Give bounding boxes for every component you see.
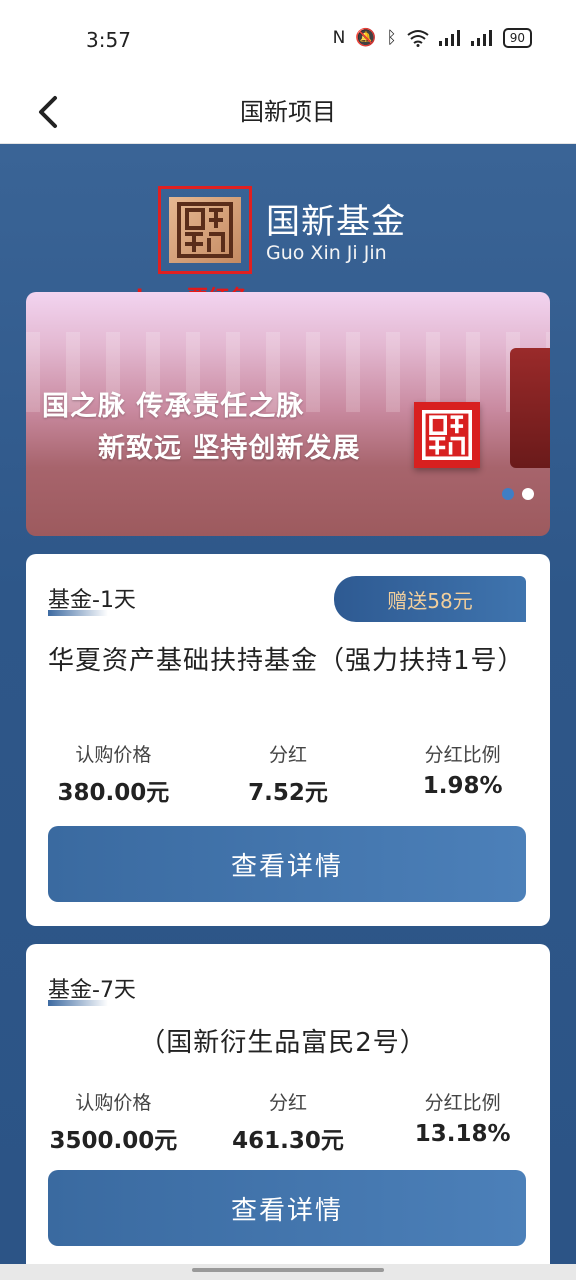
carousel-dot[interactable]: [522, 488, 534, 500]
page-title: 国新项目: [240, 98, 336, 126]
brand-logo: [169, 197, 241, 263]
bottom-gesture-bar: [0, 1264, 576, 1280]
stat-label: 认购价格: [75, 1092, 152, 1114]
guoxin-logo-icon: [422, 410, 472, 460]
stat-dividend-ratio: 分红比例 13.18%: [375, 1088, 550, 1155]
nav-bar: 国新项目: [0, 80, 576, 144]
fund-title: 华夏资产基础扶持基金（强力扶持1号）: [48, 646, 525, 676]
banner-seal-image: [510, 348, 550, 468]
banner-slogan-line1: 国之脉 传承责任之脉: [42, 391, 305, 422]
stat-dividend: 分红 7.52元: [201, 740, 376, 807]
stat-label: 分红: [269, 1092, 308, 1114]
stat-dividend-ratio: 分红比例 1.98%: [375, 740, 550, 807]
brand-name: 国新基金: [266, 202, 406, 242]
banner-slogan-line2: 新致远 坚持创新发展: [98, 433, 361, 464]
fund-stats: 认购价格 3500.00元 分红 461.30元 分红比例 13.18%: [26, 1088, 550, 1155]
mute-icon: 🔕: [355, 28, 377, 48]
fund-tag-underline: [48, 1000, 108, 1006]
stat-value: 13.18%: [414, 1121, 511, 1147]
stat-value: 3500.00元: [49, 1128, 178, 1154]
view-details-button[interactable]: 查看详情: [48, 1170, 526, 1246]
fund-card: 基金-7天 （国新衍生品富民2号） 认购价格 3500.00元 分红 461.3…: [26, 944, 550, 1264]
fund-tag-underline: [48, 610, 108, 616]
banner-logo: [414, 402, 480, 468]
stat-value: 1.98%: [422, 773, 503, 799]
fund-title: （国新衍生品富民2号）: [139, 1028, 427, 1058]
stat-label: 认购价格: [75, 744, 152, 766]
fund-stats: 认购价格 380.00元 分红 7.52元 分红比例 1.98%: [26, 740, 550, 807]
carousel-dot-active[interactable]: [502, 488, 514, 500]
signal-icon: [438, 30, 460, 46]
status-icons: N 🔕 ᛒ 90: [333, 28, 532, 48]
status-bar: 3:57 N 🔕 ᛒ 90: [0, 0, 576, 80]
main-content[interactable]: 国新基金 Guo Xin Ji Jin logo要红色 国之脉 传承责任之脉 新…: [0, 144, 576, 1264]
gift-badge: 赠送58元: [334, 576, 526, 622]
view-details-button[interactable]: 查看详情: [48, 826, 526, 902]
stat-value: 7.52元: [248, 780, 328, 806]
stat-value: 461.30元: [232, 1128, 344, 1154]
fund-card: 基金-1天 赠送58元 华夏资产基础扶持基金（强力扶持1号） 认购价格 380.…: [26, 554, 550, 926]
stat-price: 认购价格 3500.00元: [26, 1088, 201, 1155]
stat-label: 分红比例: [424, 1092, 501, 1114]
stat-dividend: 分红 461.30元: [201, 1088, 376, 1155]
signal-icon: [470, 30, 492, 46]
home-indicator[interactable]: [192, 1268, 384, 1272]
bluetooth-icon: ᛒ: [386, 28, 397, 48]
brand-pinyin: Guo Xin Ji Jin: [266, 242, 387, 264]
stat-label: 分红: [269, 744, 308, 766]
stat-label: 分红比例: [424, 744, 501, 766]
wifi-icon: [407, 30, 429, 47]
stat-price: 认购价格 380.00元: [26, 740, 201, 807]
banner-carousel[interactable]: 国之脉 传承责任之脉 新致远 坚持创新发展: [26, 292, 550, 536]
battery-icon: 90: [502, 28, 532, 48]
status-time: 3:57: [86, 28, 131, 52]
stat-value: 380.00元: [57, 780, 170, 806]
nfc-icon: N: [332, 28, 346, 48]
guoxin-logo-icon: [177, 202, 233, 258]
brand-logo-highlight: [158, 186, 252, 274]
